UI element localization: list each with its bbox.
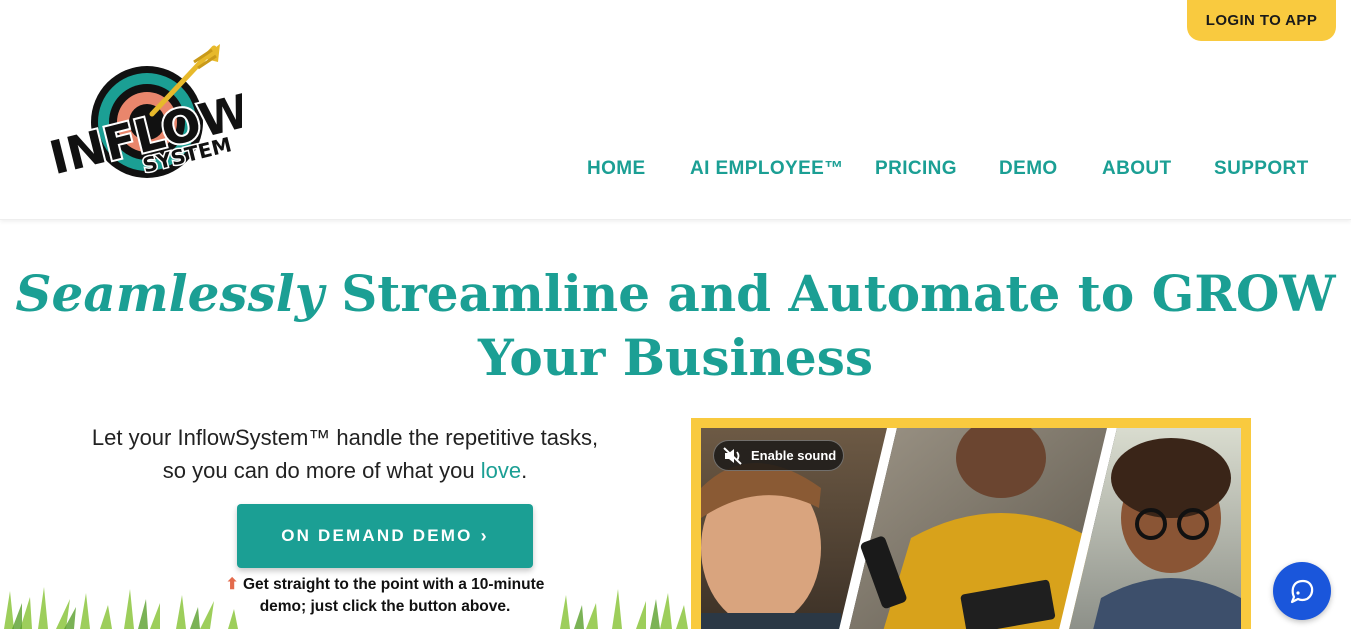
muted-speaker-icon <box>723 446 742 465</box>
headline-line2: Your Business <box>477 328 874 387</box>
main-nav: HOME AI EMPLOYEE™ PRICING DEMO ABOUT SUP… <box>0 158 1351 184</box>
site-header: LOGIN TO APP INFLOW SYSTEM HOME AI EMPLO… <box>0 0 1351 220</box>
chevron-right-icon: › <box>480 525 489 546</box>
video-player[interactable]: Enable sound <box>701 428 1241 629</box>
nav-ai-employee[interactable]: AI EMPLOYEE™ <box>690 158 844 180</box>
hero-headline: Seamlessly Streamline and Automate to GR… <box>0 262 1351 390</box>
tagline-line1: Let your InflowSystem™ handle the repeti… <box>91 425 599 450</box>
video-player-frame: Enable sound <box>691 418 1251 629</box>
headline-strong: GROW <box>1151 264 1336 323</box>
nav-support[interactable]: SUPPORT <box>1214 158 1309 180</box>
grass-decoration <box>4 587 688 629</box>
enable-sound-label: Enable sound <box>751 448 837 463</box>
hero-tagline: Let your InflowSystem™ handle the repeti… <box>60 421 630 487</box>
tagline-love: love <box>480 458 522 483</box>
nav-home[interactable]: HOME <box>587 158 646 180</box>
login-to-app-button[interactable]: LOGIN TO APP <box>1187 0 1336 41</box>
headline-middle: Streamline and Automate to <box>341 264 1135 323</box>
headline-emphasis: Seamlessly <box>15 264 324 323</box>
tagline-period: . <box>521 458 528 483</box>
on-demand-demo-button[interactable]: ON DEMAND DEMO › <box>237 504 533 568</box>
demo-button-label: ON DEMAND DEMO <box>281 526 473 545</box>
chat-widget-button[interactable] <box>1273 562 1331 620</box>
nav-about[interactable]: ABOUT <box>1102 158 1172 180</box>
nav-pricing[interactable]: PRICING <box>875 158 957 180</box>
chat-bubble-icon <box>1290 579 1314 604</box>
enable-sound-button[interactable]: Enable sound <box>713 440 844 471</box>
nav-demo[interactable]: DEMO <box>999 158 1058 180</box>
tagline-line2: so you can do more of what you <box>162 458 475 483</box>
